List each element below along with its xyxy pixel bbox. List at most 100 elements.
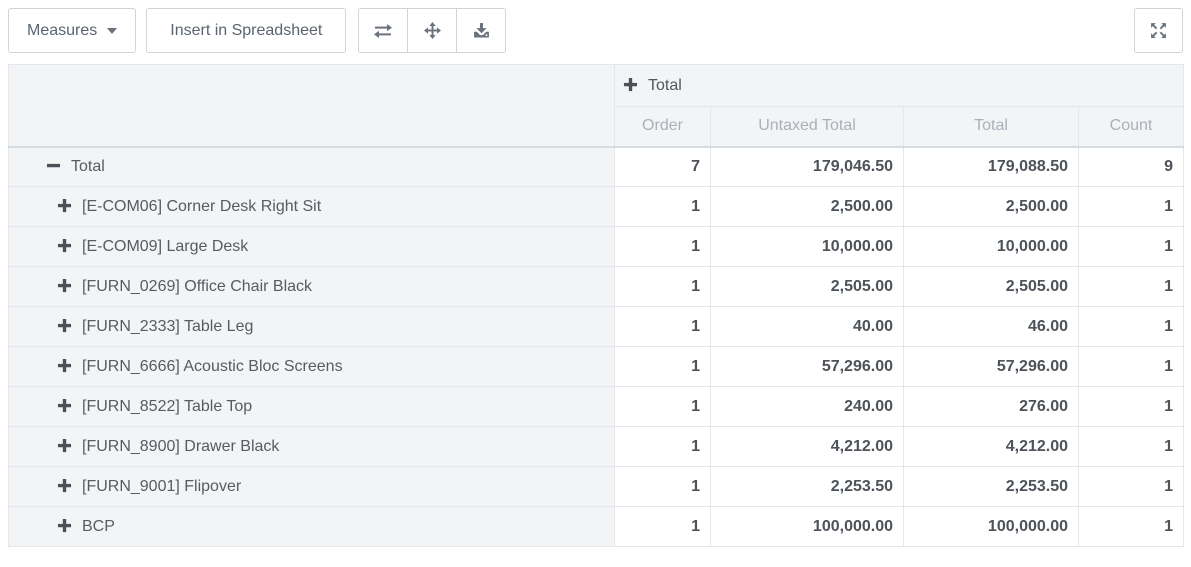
pivot-value-cell: 1: [615, 387, 711, 427]
pivot-value-cell: 1: [615, 187, 711, 227]
row-label: [E-COM09] Large Desk: [82, 238, 248, 255]
pivot-value-cell: 10,000.00: [904, 227, 1079, 267]
pivot-action-button-group: [358, 8, 506, 53]
pivot-value-cell: 2,500.00: [904, 187, 1079, 227]
row-label: [FURN_8900] Drawer Black: [82, 438, 279, 455]
pivot-value-cell: 1: [615, 307, 711, 347]
pivot-value-cell: 2,500.00: [711, 187, 904, 227]
table-row: [FURN_8900] Drawer Black14,212.004,212.0…: [9, 427, 1184, 467]
pivot-toolbar: Measures Insert in Spreadsheet: [8, 8, 1183, 53]
pivot-value-cell: 1: [1079, 227, 1184, 267]
plus-icon[interactable]: [57, 478, 72, 493]
plus-icon[interactable]: [57, 198, 72, 213]
pivot-value-cell: 276.00: [904, 387, 1079, 427]
pivot-value-cell: 57,296.00: [904, 347, 1079, 387]
pivot-value-cell: 1: [1079, 187, 1184, 227]
pivot-value-cell: 1: [1079, 267, 1184, 307]
toolbar-spacer: [506, 8, 1134, 53]
row-label: [FURN_8522] Table Top: [82, 398, 252, 415]
plus-icon[interactable]: [57, 238, 72, 253]
pivot-value-cell: 100,000.00: [711, 507, 904, 547]
pivot-value-cell: 2,505.00: [904, 267, 1079, 307]
chevron-down-icon: [107, 28, 117, 34]
pivot-value-cell: 1: [1079, 507, 1184, 547]
pivot-value-cell: 2,253.50: [904, 467, 1079, 507]
row-label: [E-COM06] Corner Desk Right Sit: [82, 198, 321, 215]
row-group-header[interactable]: [FURN_8522] Table Top: [9, 387, 615, 427]
pivot-value-cell: 2,253.50: [711, 467, 904, 507]
pivot-value-cell: 179,088.50: [904, 147, 1079, 187]
plus-icon[interactable]: [57, 278, 72, 293]
pivot-value-cell: 1: [615, 227, 711, 267]
pivot-value-cell: 1: [1079, 347, 1184, 387]
plus-icon[interactable]: [57, 398, 72, 413]
table-row: [FURN_9001] Flipover12,253.502,253.501: [9, 467, 1184, 507]
row-group-header[interactable]: [FURN_8900] Drawer Black: [9, 427, 615, 467]
column-group-label: Total: [648, 77, 682, 94]
pivot-table: Total Order Untaxed Total Total Count To…: [8, 64, 1184, 547]
plus-icon[interactable]: [57, 438, 72, 453]
pivot-value-cell: 1: [1079, 387, 1184, 427]
pivot-value-cell: 4,212.00: [711, 427, 904, 467]
row-label: [FURN_2333] Table Leg: [82, 318, 253, 335]
plus-icon[interactable]: [623, 77, 638, 92]
row-group-header[interactable]: [FURN_0269] Office Chair Black: [9, 267, 615, 307]
pivot-value-cell: 1: [1079, 307, 1184, 347]
table-row: [FURN_8522] Table Top1240.00276.001: [9, 387, 1184, 427]
row-group-header[interactable]: [FURN_2333] Table Leg: [9, 307, 615, 347]
pivot-value-cell: 10,000.00: [711, 227, 904, 267]
row-group-header[interactable]: [FURN_9001] Flipover: [9, 467, 615, 507]
pivot-value-cell: 100,000.00: [904, 507, 1079, 547]
measures-button-label: Measures: [27, 22, 97, 40]
flip-axis-icon: [373, 23, 393, 39]
pivot-value-cell: 1: [615, 467, 711, 507]
row-label: BCP: [82, 518, 115, 535]
row-group-header[interactable]: [FURN_6666] Acoustic Bloc Screens: [9, 347, 615, 387]
pivot-value-cell: 40.00: [711, 307, 904, 347]
plus-icon[interactable]: [57, 358, 72, 373]
flip-axis-button[interactable]: [358, 8, 408, 53]
download-icon: [473, 22, 490, 39]
expand-all-button[interactable]: [407, 8, 457, 53]
table-row: [E-COM06] Corner Desk Right Sit12,500.00…: [9, 187, 1184, 227]
pivot-header: Total Order Untaxed Total Total Count: [9, 65, 1184, 147]
row-group-header[interactable]: Total: [9, 147, 615, 187]
pivot-value-cell: 7: [615, 147, 711, 187]
measures-button[interactable]: Measures: [8, 8, 136, 53]
table-row: [FURN_0269] Office Chair Black12,505.002…: [9, 267, 1184, 307]
row-group-header[interactable]: [E-COM09] Large Desk: [9, 227, 615, 267]
column-group-header-total[interactable]: Total: [615, 65, 1184, 107]
insert-in-spreadsheet-label: Insert in Spreadsheet: [170, 22, 322, 40]
measure-header-order[interactable]: Order: [615, 107, 711, 147]
row-label: [FURN_6666] Acoustic Bloc Screens: [82, 358, 343, 375]
minus-icon[interactable]: [46, 158, 61, 173]
row-group-header[interactable]: [E-COM06] Corner Desk Right Sit: [9, 187, 615, 227]
fullscreen-toggle-button[interactable]: [1134, 8, 1183, 53]
row-label: Total: [71, 158, 105, 175]
measure-header-untaxed-total[interactable]: Untaxed Total: [711, 107, 904, 147]
table-row: [FURN_2333] Table Leg140.0046.001: [9, 307, 1184, 347]
row-group-header[interactable]: BCP: [9, 507, 615, 547]
measure-header-total[interactable]: Total: [904, 107, 1079, 147]
table-row: Total7179,046.50179,088.509: [9, 147, 1184, 187]
measure-header-count[interactable]: Count: [1079, 107, 1184, 147]
pivot-value-cell: 1: [615, 427, 711, 467]
pivot-corner-cell: [9, 65, 615, 147]
pivot-value-cell: 1: [615, 267, 711, 307]
pivot-value-cell: 46.00: [904, 307, 1079, 347]
download-button[interactable]: [456, 8, 506, 53]
plus-icon[interactable]: [57, 518, 72, 533]
row-label: [FURN_0269] Office Chair Black: [82, 278, 312, 295]
insert-in-spreadsheet-button[interactable]: Insert in Spreadsheet: [146, 8, 346, 53]
row-label: [FURN_9001] Flipover: [82, 478, 241, 495]
pivot-value-cell: 1: [1079, 467, 1184, 507]
fullscreen-icon: [1150, 22, 1167, 39]
plus-icon[interactable]: [57, 318, 72, 333]
pivot-value-cell: 1: [615, 347, 711, 387]
pivot-value-cell: 9: [1079, 147, 1184, 187]
pivot-value-cell: 1: [1079, 427, 1184, 467]
pivot-value-cell: 2,505.00: [711, 267, 904, 307]
expand-all-icon: [424, 22, 441, 39]
table-row: [E-COM09] Large Desk110,000.0010,000.001: [9, 227, 1184, 267]
table-row: BCP1100,000.00100,000.001: [9, 507, 1184, 547]
